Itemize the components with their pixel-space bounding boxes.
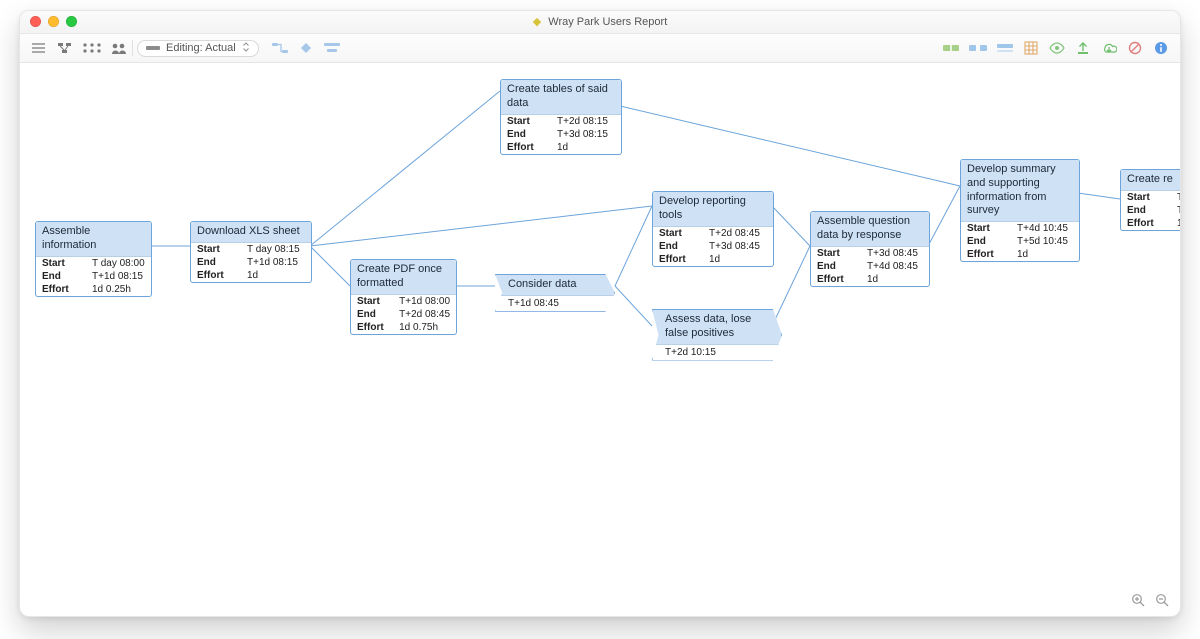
eye-icon[interactable]: [1048, 39, 1066, 57]
import-icon[interactable]: [1100, 39, 1118, 57]
split-task-button[interactable]: [968, 39, 988, 57]
resources-view-button[interactable]: [110, 39, 128, 57]
task-title: Develop summary and supporting informati…: [961, 160, 1079, 222]
window-title: ◆ Wray Park Users Report: [20, 15, 1180, 28]
toolbar: Editing: Actual: [20, 34, 1180, 63]
task-title: Create PDF once formatted: [351, 260, 456, 295]
window-title-text: Wray Park Users Report: [548, 16, 667, 28]
document-icon: ◆: [533, 16, 541, 28]
task-title: Assemble question data by response: [811, 212, 929, 247]
task-title: Consider data: [496, 275, 614, 296]
link-tasks-button[interactable]: [271, 39, 289, 57]
zoom-in-button[interactable]: [1130, 592, 1146, 608]
milestone-assess-data[interactable]: Assess data, lose false positives T+2d 1…: [652, 309, 782, 361]
field-effort-value: 1d 0.25h: [86, 283, 151, 296]
task-title: Assemble information: [36, 222, 151, 257]
task-title: Create tables of said data: [501, 80, 621, 115]
editing-mode-label: Editing: Actual: [166, 42, 236, 54]
toolbar-separator: [132, 40, 133, 56]
hierarchy-view-button[interactable]: [56, 39, 74, 57]
field-effort-label: Effort: [36, 283, 86, 296]
editing-mode-selector[interactable]: Editing: Actual: [137, 40, 259, 57]
task-title: Create re: [1121, 170, 1180, 191]
field-end-label: End: [36, 270, 86, 283]
milestone-time: T+1d 08:45: [496, 296, 614, 311]
baseline-button[interactable]: [996, 39, 1014, 57]
task-download-xls[interactable]: Download XLS sheet StartT day 08:15 EndT…: [190, 221, 312, 283]
network-view-button[interactable]: [82, 39, 102, 57]
field-end-value: T+1d 08:15: [86, 270, 151, 283]
group-button[interactable]: [323, 39, 341, 57]
export-icon[interactable]: [1074, 39, 1092, 57]
editing-bar-icon: [146, 46, 160, 50]
diagram-canvas[interactable]: Assemble information StartT day 08:00 En…: [20, 61, 1180, 616]
field-start-label: Start: [36, 257, 86, 270]
task-title: Download XLS sheet: [191, 222, 311, 243]
task-title: Develop reporting tools: [653, 192, 773, 227]
task-assemble-question[interactable]: Assemble question data by response Start…: [810, 211, 930, 287]
task-create-tables[interactable]: Create tables of said data StartT+2d 08:…: [500, 79, 622, 155]
task-develop-summary[interactable]: Develop summary and supporting informati…: [960, 159, 1080, 262]
info-icon[interactable]: [1152, 39, 1170, 57]
task-create-re[interactable]: Create re StartT+5 EndT+6 Effort1d: [1120, 169, 1180, 231]
zoom-out-button[interactable]: [1154, 592, 1170, 608]
task-assemble-information[interactable]: Assemble information StartT day 08:00 En…: [35, 221, 152, 297]
stop-icon[interactable]: [1126, 39, 1144, 57]
milestone-time: T+2d 10:15: [653, 345, 781, 360]
window-titlebar: ◆ Wray Park Users Report: [20, 11, 1180, 34]
outline-view-button[interactable]: [30, 39, 48, 57]
milestone-button[interactable]: [297, 39, 315, 57]
chevron-updown-icon: [242, 42, 250, 55]
milestone-consider-data[interactable]: Consider data T+1d 08:45: [495, 274, 615, 312]
toggle-completed-button[interactable]: [942, 39, 960, 57]
zoom-controls: [1130, 592, 1170, 608]
task-create-pdf[interactable]: Create PDF once formatted StartT+1d 08:0…: [350, 259, 457, 335]
field-start-value: T day 08:00: [86, 257, 151, 270]
task-title: Assess data, lose false positives: [653, 310, 781, 345]
grid-icon[interactable]: [1022, 39, 1040, 57]
task-develop-tools[interactable]: Develop reporting tools StartT+2d 08:45 …: [652, 191, 774, 267]
